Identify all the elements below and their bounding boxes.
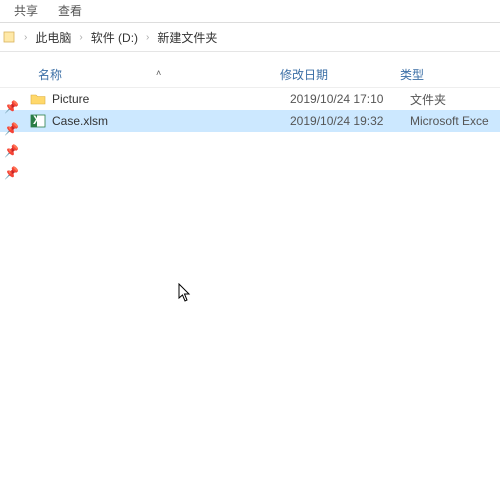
file-list: Picture 2019/10/24 17:10 文件夹 X Case.xlsm… <box>0 88 500 132</box>
breadcrumb: › 此电脑 › 软件 (D:) › 新建文件夹 <box>0 23 500 51</box>
mouse-cursor-icon <box>178 283 194 306</box>
excel-icon: X <box>28 114 48 128</box>
chevron-right-icon: › <box>73 32 88 43</box>
column-header-type[interactable]: 类型 <box>400 66 500 83</box>
breadcrumb-root[interactable]: 此电脑 <box>33 27 73 48</box>
breadcrumb-folder[interactable]: 新建文件夹 <box>155 27 219 48</box>
file-name: Case.xlsm <box>48 114 290 128</box>
column-name-label: 名称 <box>38 68 62 82</box>
file-date: 2019/10/24 19:32 <box>290 114 410 128</box>
pin-icon: 📌 <box>4 144 19 158</box>
list-item[interactable]: Picture 2019/10/24 17:10 文件夹 <box>0 88 500 110</box>
file-type: Microsoft Exce <box>410 114 500 128</box>
folder-back-icon[interactable] <box>2 26 16 48</box>
file-date: 2019/10/24 17:10 <box>290 92 410 106</box>
breadcrumb-drive[interactable]: 软件 (D:) <box>89 27 140 48</box>
breadcrumb-divider <box>0 51 500 52</box>
file-name: Picture <box>48 92 290 106</box>
folder-icon <box>28 92 48 106</box>
sort-indicator-icon: ˄ <box>156 68 161 78</box>
file-type: 文件夹 <box>410 91 500 108</box>
column-headers: 名称 ˄ 修改日期 类型 <box>0 62 500 88</box>
pin-icon: 📌 <box>4 166 19 180</box>
pin-icon: 📌 <box>4 122 19 136</box>
chevron-right-icon: › <box>18 32 33 43</box>
list-item[interactable]: X Case.xlsm 2019/10/24 19:32 Microsoft E… <box>0 110 500 132</box>
svg-text:X: X <box>33 114 41 127</box>
pin-icon: 📌 <box>4 100 19 114</box>
column-header-name[interactable]: 名称 ˄ <box>28 66 280 83</box>
ribbon-tabs: 共享 查看 <box>0 0 500 22</box>
tab-view[interactable]: 查看 <box>48 0 92 23</box>
column-header-date[interactable]: 修改日期 <box>280 66 400 83</box>
tab-share[interactable]: 共享 <box>4 0 48 23</box>
quick-access-pins: 📌 📌 📌 📌 <box>4 100 19 180</box>
chevron-right-icon: › <box>140 32 155 43</box>
